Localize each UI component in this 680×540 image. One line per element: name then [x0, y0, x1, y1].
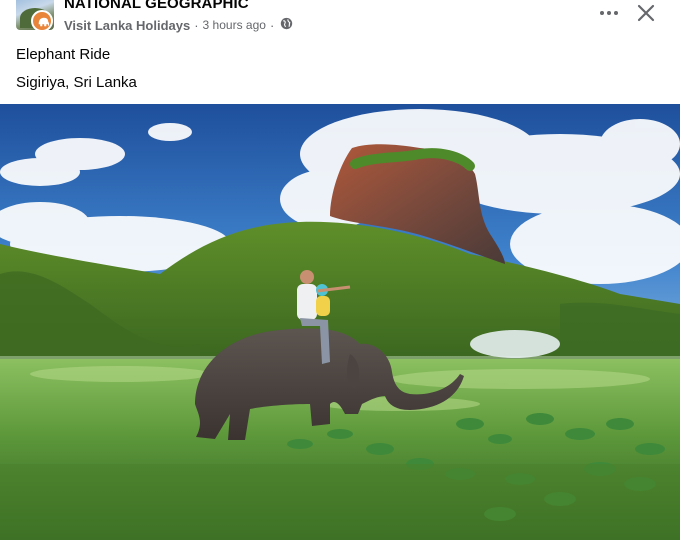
post-photo[interactable]	[0, 104, 680, 540]
source-link[interactable]: Visit Lanka Holidays	[64, 18, 190, 33]
elephant-badge-icon	[31, 10, 53, 32]
post-time[interactable]: 3 hours ago	[203, 18, 266, 32]
globe-icon[interactable]	[280, 17, 293, 33]
post-text-line-2: Sigiriya, Sri Lanka	[16, 74, 137, 91]
post-header: NATIONAL GEOGRAPHIC Visit Lanka Holidays…	[0, 0, 680, 40]
more-options-icon[interactable]	[598, 2, 622, 22]
close-icon[interactable]	[634, 1, 658, 25]
page-name[interactable]: NATIONAL GEOGRAPHIC	[64, 0, 249, 12]
meta-separator: ·	[194, 17, 199, 33]
meta-separator-2: ·	[269, 17, 275, 33]
post-meta: Visit Lanka Holidays · 3 hours ago ·	[64, 17, 293, 33]
post-text-line-1: Elephant Ride	[16, 46, 111, 63]
